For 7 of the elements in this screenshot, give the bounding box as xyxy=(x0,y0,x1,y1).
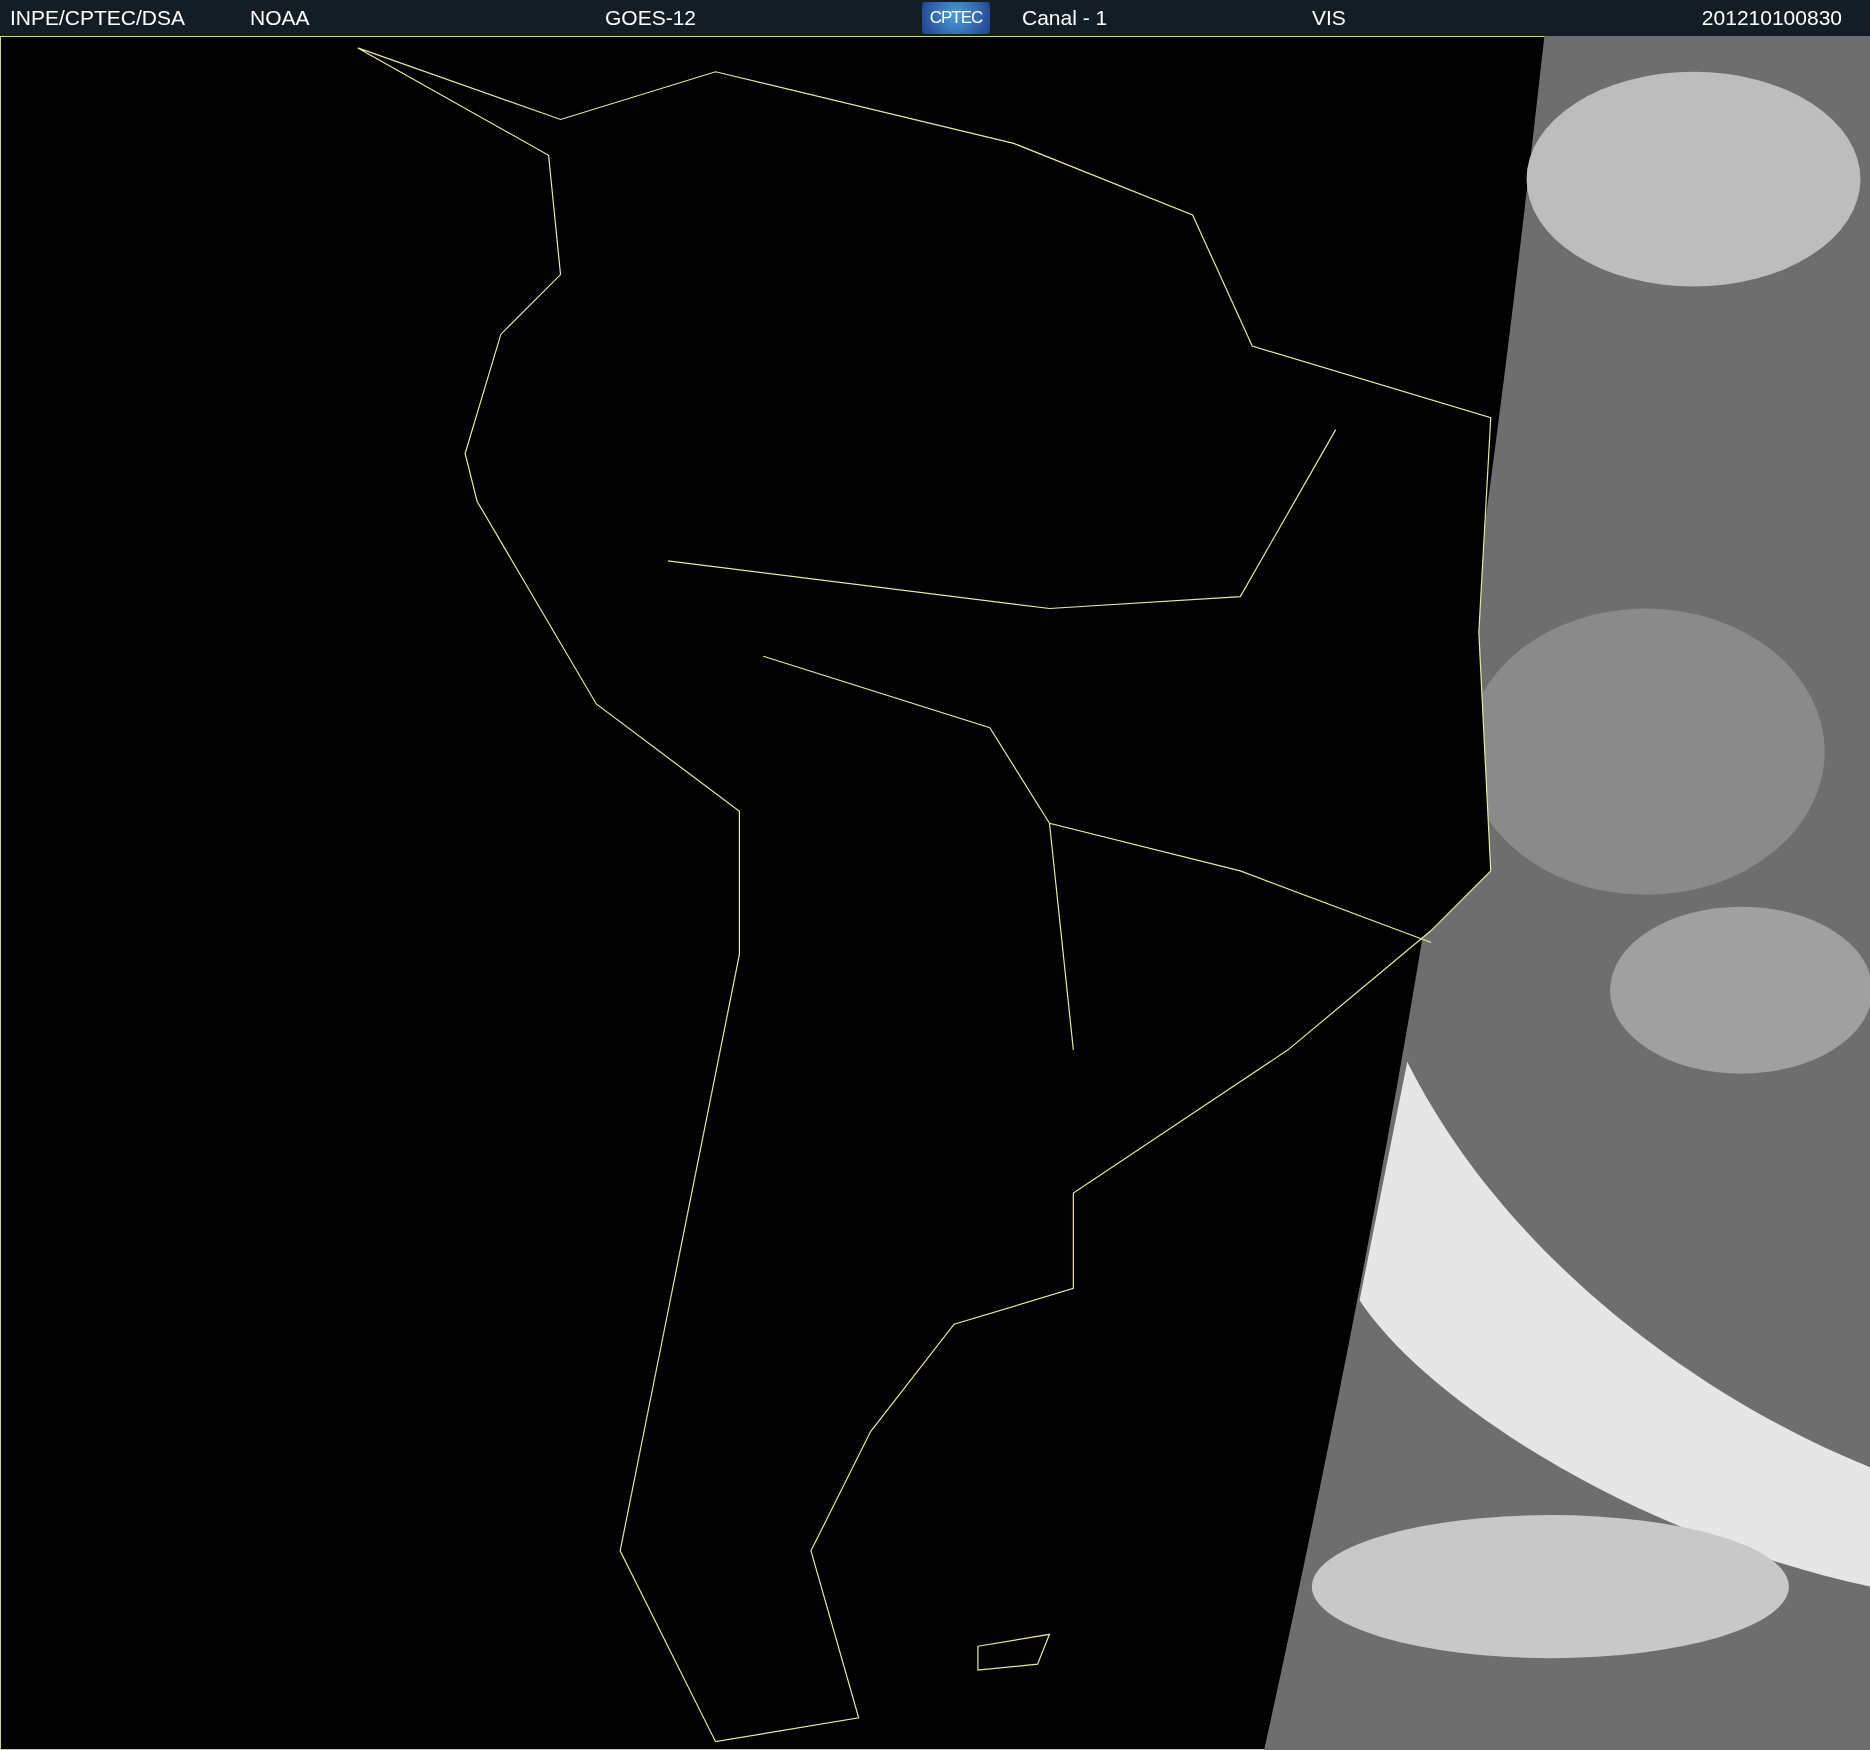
header-label: GOES-12 xyxy=(605,6,698,30)
header-label: VIS xyxy=(1312,6,1347,30)
header-label: Canal - 1 xyxy=(1022,6,1109,30)
logo: CPTEC xyxy=(922,2,990,34)
header-label: INPE/CPTEC/DSA xyxy=(10,6,187,30)
header-label: 201210100830 xyxy=(1701,6,1843,30)
header-label: NOAA xyxy=(250,6,311,30)
